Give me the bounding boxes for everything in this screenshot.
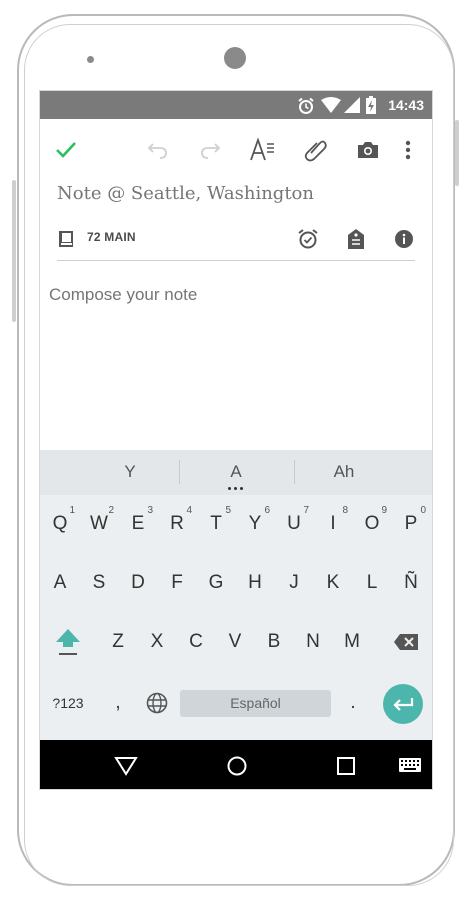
key-label: Q [52,513,68,534]
key-d[interactable]: D [121,561,155,605]
key-k[interactable]: K [316,561,350,605]
more-suggestions-icon[interactable] [227,487,245,491]
more-vert-icon[interactable] [394,136,422,164]
key-label: O [364,513,380,534]
navigation-bar [40,740,432,789]
sensor-dot [87,56,94,63]
suggestion-bar: Y A Ah [40,450,432,495]
period-key[interactable]: . [336,681,370,725]
space-key[interactable]: Español [180,690,331,717]
key-x[interactable]: X [140,620,174,664]
key-s[interactable]: S [82,561,116,605]
key-q[interactable]: Q1 [43,502,77,546]
key-label: P [404,513,418,534]
camera-icon[interactable] [354,136,382,164]
notebook-icon[interactable] [54,227,78,251]
key-label: T [210,513,222,534]
alarm-icon [298,97,314,114]
home-icon[interactable] [225,754,249,778]
key-m[interactable]: M [335,620,369,664]
key-w[interactable]: W2 [82,502,116,546]
wifi-icon [321,97,341,113]
suggestion-item[interactable]: Ah [284,462,404,482]
note-body-input[interactable] [49,283,419,307]
key-hint: 5 [225,505,231,516]
key-j[interactable]: J [277,561,311,605]
key-t[interactable]: T5 [199,502,233,546]
key-label: E [131,513,145,534]
key-label: Y [248,513,262,534]
key-c[interactable]: C [179,620,213,664]
key-l[interactable]: L [355,561,389,605]
power-button [455,120,459,186]
key-label: U [287,513,301,534]
key-label: W [90,513,108,534]
key-hint: 4 [186,505,192,516]
key-hint: 1 [69,505,75,516]
key-hint: 8 [342,505,348,516]
key-r[interactable]: R4 [160,502,194,546]
text-format-icon[interactable] [248,136,276,164]
soft-keyboard: Y A Ah Q1 W2 E3 R4 T5 Y6 U7 I8 O9 P0 A S… [40,450,432,740]
status-bar: 14:43 [40,91,432,119]
key-hint: 7 [303,505,309,516]
screen: 14:43 Note @ Seattle, Washington 72 MAIN… [39,90,433,790]
backspace-icon [394,634,418,650]
editor-toolbar [40,119,432,179]
key-hint: 6 [264,505,270,516]
check-icon[interactable] [52,136,80,164]
tag-icon[interactable] [344,227,368,251]
key-hint: 3 [147,505,153,516]
key-hint: 0 [420,505,426,516]
key-label: R [170,513,184,534]
key-hint: 9 [381,505,387,516]
status-time: 14:43 [388,97,424,113]
info-icon[interactable] [392,227,416,251]
volume-button [12,180,16,322]
enter-key[interactable] [383,684,423,724]
symbols-key[interactable]: ?123 [46,681,90,725]
key-o[interactable]: O9 [355,502,389,546]
key-g[interactable]: G [199,561,233,605]
battery-icon [366,96,376,114]
key-f[interactable]: F [160,561,194,605]
recents-icon[interactable] [334,754,358,778]
note-title-input[interactable] [57,179,417,207]
key-p[interactable]: P0 [394,502,428,546]
key-hint: 2 [108,505,114,516]
key-y[interactable]: Y6 [238,502,272,546]
suggestion-item[interactable]: A [176,462,296,482]
comma-key[interactable]: , [101,681,135,725]
key-v[interactable]: V [218,620,252,664]
key-u[interactable]: U7 [277,502,311,546]
key-z[interactable]: Z [101,620,135,664]
key-n-tilde[interactable]: Ñ [394,561,428,605]
enter-icon [393,698,414,711]
reminder-icon[interactable] [296,227,320,251]
key-e[interactable]: E3 [121,502,155,546]
shift-key[interactable] [50,620,86,664]
key-a[interactable]: A [43,561,77,605]
shift-icon [56,629,80,655]
key-h[interactable]: H [238,561,272,605]
divider [57,260,415,261]
attachment-icon[interactable] [302,136,330,164]
keyboard-switch-icon[interactable] [398,754,422,778]
notebook-name[interactable]: 72 MAIN [87,230,136,244]
language-key[interactable] [140,681,174,725]
redo-icon[interactable] [196,136,224,164]
key-b[interactable]: B [257,620,291,664]
globe-icon [146,692,168,714]
undo-icon[interactable] [144,136,172,164]
key-label: I [330,513,336,534]
note-meta-row: 72 MAIN [40,219,432,259]
key-n[interactable]: N [296,620,330,664]
key-i[interactable]: I8 [316,502,350,546]
signal-icon [344,97,360,113]
backspace-key[interactable] [388,620,424,664]
front-camera [224,47,246,69]
suggestion-item[interactable]: Y [70,462,190,482]
back-icon[interactable] [114,754,138,778]
